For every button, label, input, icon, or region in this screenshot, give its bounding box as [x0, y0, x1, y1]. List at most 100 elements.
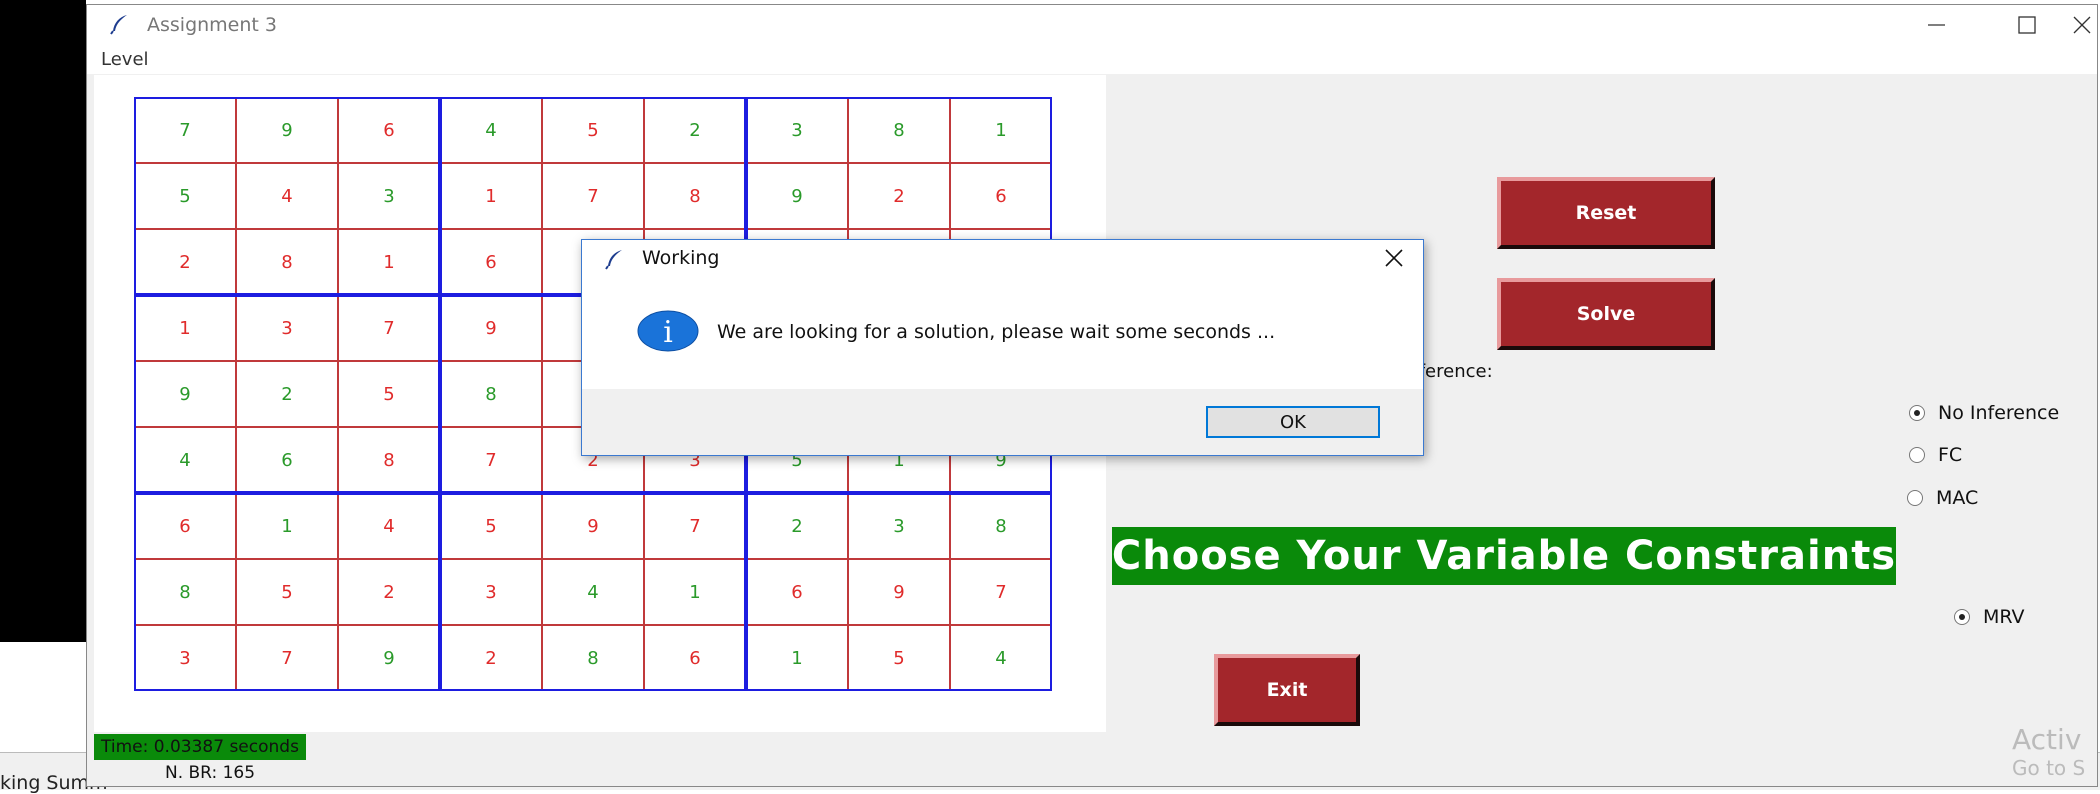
sudoku-cell[interactable]: 5 — [440, 493, 542, 559]
sudoku-cell[interactable]: 8 — [236, 229, 338, 295]
sudoku-cell[interactable]: 1 — [746, 625, 848, 691]
sudoku-cell[interactable]: 2 — [338, 559, 440, 625]
sudoku-cell[interactable]: 1 — [950, 97, 1052, 163]
sudoku-cell[interactable]: 3 — [338, 163, 440, 229]
reset-button[interactable]: Reset — [1497, 177, 1715, 249]
menu-bar: Level — [87, 45, 2097, 74]
dialog-close-button[interactable] — [1379, 245, 1409, 271]
sudoku-cell[interactable]: 9 — [440, 295, 542, 361]
sudoku-cell[interactable]: 9 — [236, 97, 338, 163]
desktop-background — [0, 0, 86, 642]
sudoku-cell[interactable]: 7 — [236, 625, 338, 691]
app-window: Assignment 3 Level 796452381543178926281… — [86, 4, 2098, 787]
sudoku-cell[interactable]: 1 — [134, 295, 236, 361]
sudoku-cell[interactable]: 6 — [950, 163, 1052, 229]
sudoku-cell[interactable]: 8 — [134, 559, 236, 625]
sudoku-cell[interactable]: 7 — [338, 295, 440, 361]
sudoku-cell[interactable]: 8 — [644, 163, 746, 229]
sudoku-cell[interactable]: 6 — [746, 559, 848, 625]
sudoku-cell[interactable]: 6 — [338, 97, 440, 163]
minimize-icon — [1928, 24, 1945, 26]
sudoku-cell[interactable]: 6 — [644, 625, 746, 691]
sudoku-cell[interactable]: 8 — [440, 361, 542, 427]
sudoku-cell[interactable]: 3 — [236, 295, 338, 361]
sudoku-cell[interactable]: 6 — [440, 229, 542, 295]
variable-constraints-banner: Choose Your Variable Constraints — [1112, 527, 1896, 585]
sudoku-cell[interactable]: 5 — [236, 559, 338, 625]
sudoku-cell[interactable]: 6 — [236, 427, 338, 493]
sudoku-cell[interactable]: 8 — [848, 97, 950, 163]
solve-button[interactable]: Solve — [1497, 278, 1715, 350]
radio-mac[interactable]: MAC — [1907, 487, 1978, 509]
sudoku-cell[interactable]: 4 — [950, 625, 1052, 691]
sudoku-cell[interactable]: 3 — [848, 493, 950, 559]
svg-text:i: i — [663, 315, 673, 350]
radio-indicator[interactable] — [1954, 609, 1970, 625]
radio-indicator[interactable] — [1909, 405, 1925, 421]
info-icon: i — [637, 310, 699, 356]
sudoku-cell[interactable]: 4 — [236, 163, 338, 229]
sudoku-cell[interactable]: 9 — [134, 361, 236, 427]
sudoku-cell[interactable]: 9 — [542, 493, 644, 559]
dialog-title: Working — [642, 247, 720, 269]
sudoku-cell[interactable]: 1 — [338, 229, 440, 295]
sudoku-cell[interactable]: 7 — [644, 493, 746, 559]
sudoku-cell[interactable]: 2 — [236, 361, 338, 427]
sudoku-cell[interactable]: 5 — [542, 97, 644, 163]
sudoku-cell[interactable]: 4 — [134, 427, 236, 493]
sudoku-cell[interactable]: 1 — [644, 559, 746, 625]
sudoku-cell[interactable]: 4 — [338, 493, 440, 559]
menu-level[interactable]: Level — [101, 49, 149, 70]
feather-icon — [109, 13, 131, 39]
sudoku-cell[interactable]: 1 — [440, 163, 542, 229]
radio-label: FC — [1938, 444, 1963, 466]
sudoku-cell[interactable]: 7 — [134, 97, 236, 163]
window-title: Assignment 3 — [147, 14, 277, 36]
radio-label: No Inference — [1938, 402, 2060, 424]
close-icon — [2073, 16, 2091, 34]
sudoku-cell[interactable]: 7 — [950, 559, 1052, 625]
sudoku-cell[interactable]: 9 — [848, 559, 950, 625]
sudoku-cell[interactable]: 8 — [542, 625, 644, 691]
branch-count: N. BR: 165 — [165, 763, 256, 783]
sudoku-cell[interactable]: 8 — [338, 427, 440, 493]
sudoku-cell[interactable]: 3 — [746, 97, 848, 163]
sudoku-cell[interactable]: 5 — [338, 361, 440, 427]
sudoku-cell[interactable]: 5 — [848, 625, 950, 691]
sudoku-cell[interactable]: 4 — [542, 559, 644, 625]
sudoku-cell[interactable]: 3 — [440, 559, 542, 625]
radio-mrv[interactable]: MRV — [1954, 606, 2025, 628]
sudoku-cell[interactable]: 2 — [848, 163, 950, 229]
ok-button[interactable]: OK — [1206, 406, 1380, 438]
minimize-button[interactable] — [1892, 5, 1982, 45]
sudoku-cell[interactable]: 1 — [236, 493, 338, 559]
sudoku-cell[interactable]: 2 — [134, 229, 236, 295]
sudoku-cell[interactable]: 3 — [134, 625, 236, 691]
sudoku-cell[interactable]: 2 — [746, 493, 848, 559]
activation-watermark-sub: Go to S — [2012, 756, 2086, 780]
sudoku-cell[interactable]: 7 — [542, 163, 644, 229]
radio-no-inference[interactable]: No Inference — [1909, 402, 2059, 424]
sudoku-cell[interactable]: 7 — [440, 427, 542, 493]
maximize-button[interactable] — [1982, 5, 2072, 45]
sudoku-cell[interactable]: 2 — [440, 625, 542, 691]
close-button[interactable] — [2062, 5, 2097, 45]
radio-label: MRV — [1983, 606, 2025, 628]
exit-button[interactable]: Exit — [1214, 654, 1360, 726]
close-icon — [1385, 249, 1403, 267]
radio-indicator[interactable] — [1907, 490, 1923, 506]
dialog-title-bar[interactable]: Working — [582, 240, 1423, 276]
sudoku-cell[interactable]: 6 — [134, 493, 236, 559]
sudoku-cell[interactable]: 8 — [950, 493, 1052, 559]
sudoku-cell[interactable]: 2 — [644, 97, 746, 163]
sudoku-cell[interactable]: 9 — [746, 163, 848, 229]
maximize-icon — [2018, 16, 2036, 34]
radio-indicator[interactable] — [1909, 447, 1925, 463]
sudoku-cell[interactable]: 9 — [338, 625, 440, 691]
dialog-footer: OK — [582, 389, 1423, 455]
feather-icon — [604, 248, 626, 274]
sudoku-cell[interactable]: 5 — [134, 163, 236, 229]
title-bar[interactable]: Assignment 3 — [87, 5, 2097, 45]
sudoku-cell[interactable]: 4 — [440, 97, 542, 163]
radio-fc[interactable]: FC — [1909, 444, 1962, 466]
